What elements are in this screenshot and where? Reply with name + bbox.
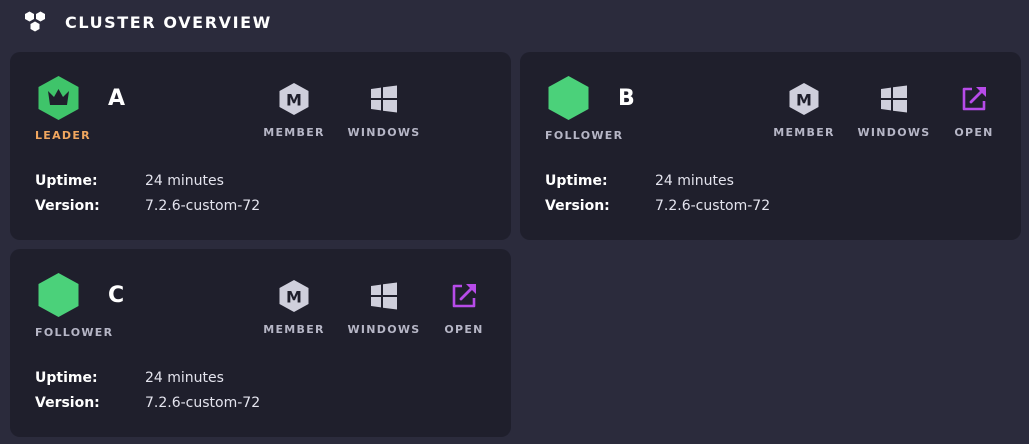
svg-text:M: M — [286, 288, 302, 307]
svg-text:M: M — [286, 91, 302, 110]
version-label: Version: — [35, 395, 100, 411]
version-label: Version: — [35, 198, 100, 214]
external-link-icon[interactable] — [449, 281, 479, 311]
version-value: 7.2.6-custom-72 — [145, 198, 261, 214]
windows-label: WINDOWS — [857, 126, 931, 139]
uptime-label: Uptime: — [545, 173, 608, 189]
external-link-icon[interactable] — [959, 84, 989, 114]
uptime-value: 24 minutes — [145, 173, 224, 189]
version-value: 7.2.6-custom-72 — [145, 395, 261, 411]
member-badge: M MEMBER — [759, 82, 849, 148]
windows-badge: WINDOWS — [339, 279, 429, 345]
node-name: C — [108, 283, 125, 308]
open-button[interactable]: OPEN — [931, 82, 1017, 148]
node-card-a: A LEADER M MEMBER WINDOWS Uptime: 24 min… — [10, 52, 511, 240]
uptime-value: 24 minutes — [145, 370, 224, 386]
hexagon-icon — [548, 76, 589, 120]
node-name: B — [618, 86, 635, 111]
node-card-b: B FOLLOWER M MEMBER WINDOWS OPEN Uptime:… — [520, 52, 1021, 240]
node-role-label: FOLLOWER — [35, 326, 114, 339]
windows-label: WINDOWS — [347, 323, 421, 336]
node-card-c: C FOLLOWER M MEMBER WINDOWS OPEN Uptime:… — [10, 249, 511, 437]
hexagon-icon — [38, 273, 79, 317]
open-label[interactable]: OPEN — [954, 126, 993, 139]
page-title: CLUSTER OVERVIEW — [65, 12, 272, 32]
page-header: CLUSTER OVERVIEW — [24, 10, 272, 34]
uptime-label: Uptime: — [35, 370, 98, 386]
svg-text:M: M — [796, 91, 812, 110]
member-hexagon-icon: M — [279, 83, 309, 115]
windows-label: WINDOWS — [347, 126, 421, 139]
member-badge: M MEMBER — [249, 82, 339, 148]
node-role-label: FOLLOWER — [545, 129, 624, 142]
cluster-hexagons-icon — [25, 11, 45, 32]
windows-badge: WINDOWS — [339, 82, 429, 148]
uptime-label: Uptime: — [35, 173, 98, 189]
windows-logo-icon — [371, 85, 397, 113]
windows-badge: WINDOWS — [849, 82, 939, 148]
member-label: MEMBER — [773, 126, 835, 139]
crown-hexagon-icon — [38, 76, 79, 120]
windows-logo-icon — [371, 282, 397, 310]
windows-logo-icon — [881, 85, 907, 113]
node-name: A — [108, 86, 126, 111]
open-label[interactable]: OPEN — [444, 323, 483, 336]
member-badge: M MEMBER — [249, 279, 339, 345]
member-hexagon-icon: M — [279, 280, 309, 312]
member-hexagon-icon: M — [789, 83, 819, 115]
member-label: MEMBER — [263, 323, 325, 336]
open-button[interactable]: OPEN — [421, 279, 507, 345]
node-role-label: LEADER — [35, 129, 91, 142]
version-label: Version: — [545, 198, 610, 214]
member-label: MEMBER — [263, 126, 325, 139]
version-value: 7.2.6-custom-72 — [655, 198, 771, 214]
uptime-value: 24 minutes — [655, 173, 734, 189]
